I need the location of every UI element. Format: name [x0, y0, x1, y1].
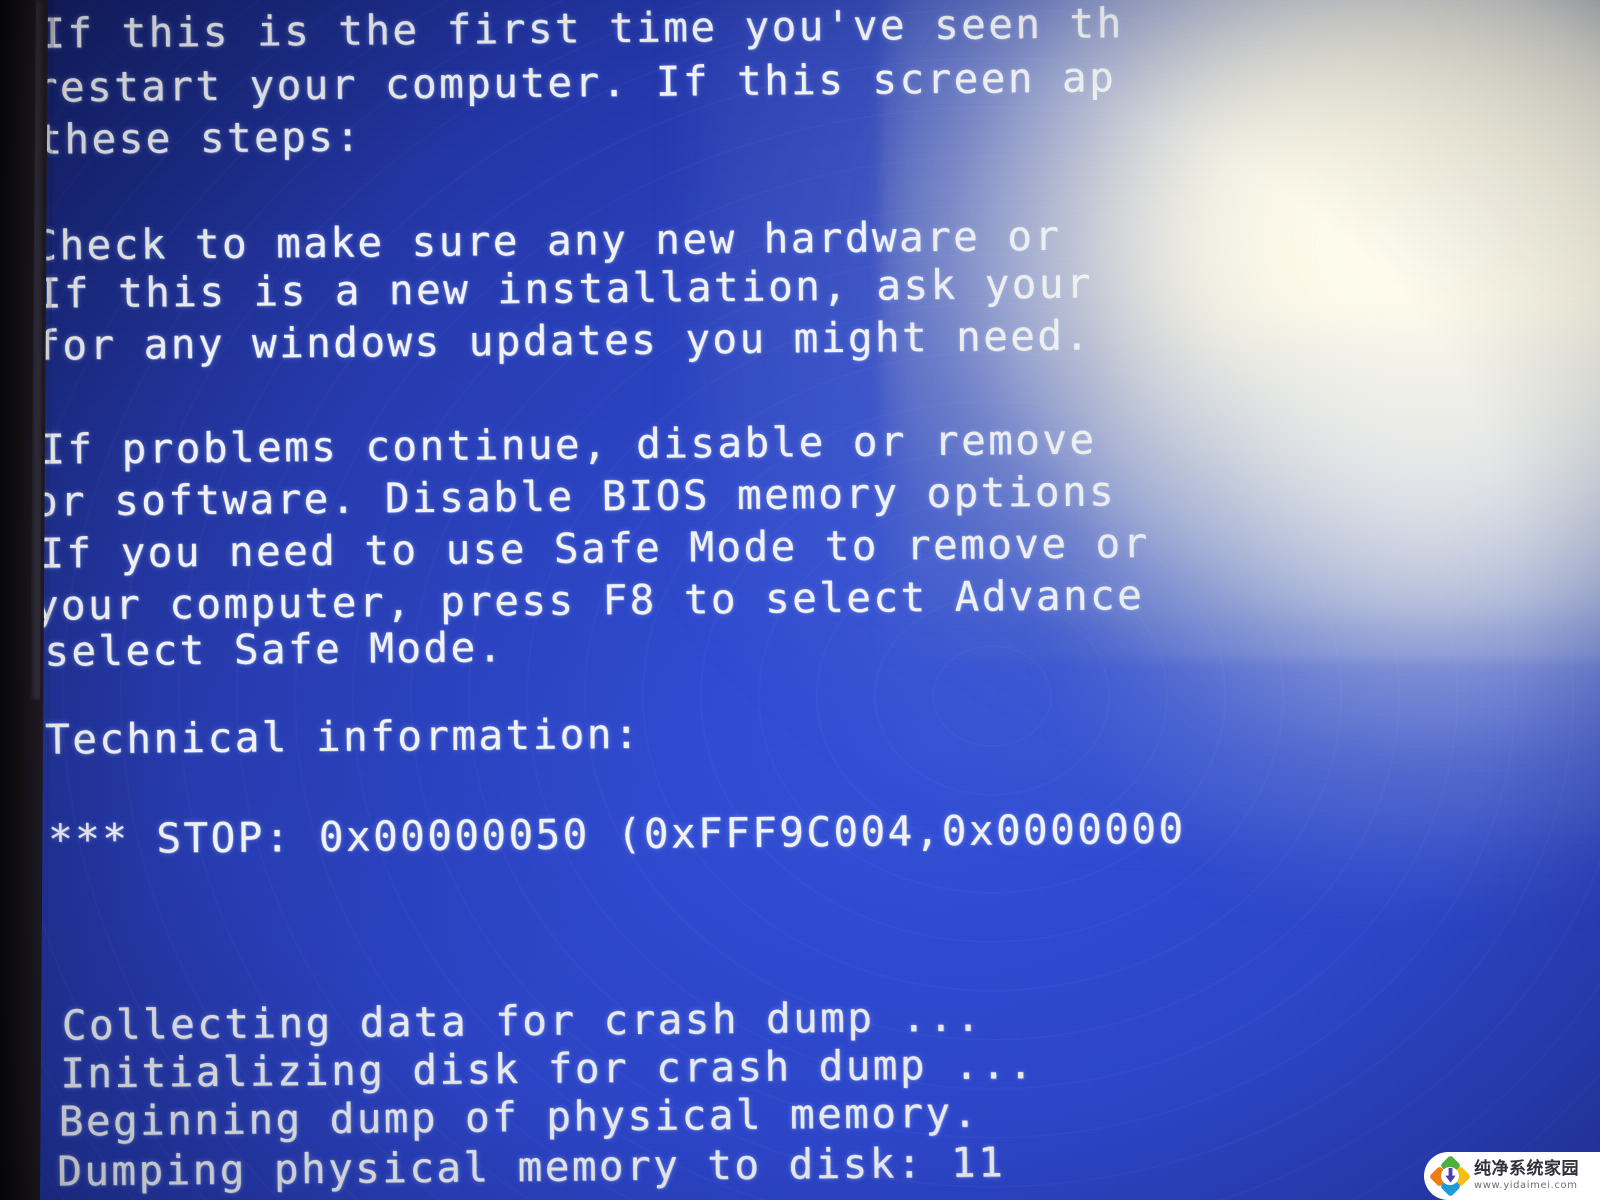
watermark-url: www.yidaimei.com: [1474, 1180, 1578, 1191]
bsod-line: Initializing disk for crash dump ...: [60, 1040, 1036, 1098]
bsod-line: Collecting data for crash dump ...: [61, 992, 983, 1050]
bsod-line: Dumping physical memory to disk: 11: [57, 1138, 1006, 1196]
download-arrow-icon: [1444, 1168, 1456, 1183]
bsod-text-layer: If this is the first time you've seen th…: [0, 0, 1600, 1200]
stop-code-line: *** STOP: 0x00000050 (0xFFF9C004,0x00000…: [47, 804, 1186, 864]
bsod-line: select Safe Mode.: [44, 623, 505, 676]
bsod-photo-screenshot: If this is the first time you've seen th…: [0, 0, 1600, 1200]
watermark-logo-icon: [1428, 1154, 1472, 1198]
bsod-line: If this is a new installation, ask your: [36, 259, 1094, 318]
bsod-line: these steps:: [37, 112, 363, 164]
bsod-line: Check to make sure any new hardware or: [32, 211, 1062, 270]
bsod-line: or software. Disable BIOS memory options: [32, 467, 1117, 526]
bsod-line: Beginning dump of physical memory.: [58, 1088, 980, 1146]
bsod-line: If problems continue, disable or remove: [40, 415, 1097, 474]
bsod-line: your computer, press F8 to select Advanc…: [33, 571, 1145, 630]
bsod-line: If this is the first time you've seen th: [40, 0, 1124, 58]
bsod-line: If you need to use Safe Mode to remove o…: [39, 518, 1150, 578]
bsod-line: for any windows updates you might need.: [35, 311, 1092, 370]
site-watermark: 纯净系统家园 www.yidaimei.com: [1424, 1152, 1600, 1200]
watermark-text-block: 纯净系统家园 www.yidaimei.com: [1474, 1161, 1579, 1191]
technical-information-label: Technical information:: [44, 709, 642, 764]
watermark-site-name: 纯净系统家园: [1474, 1159, 1579, 1179]
bsod-line: restart your computer. If this screen ap: [32, 53, 1117, 112]
